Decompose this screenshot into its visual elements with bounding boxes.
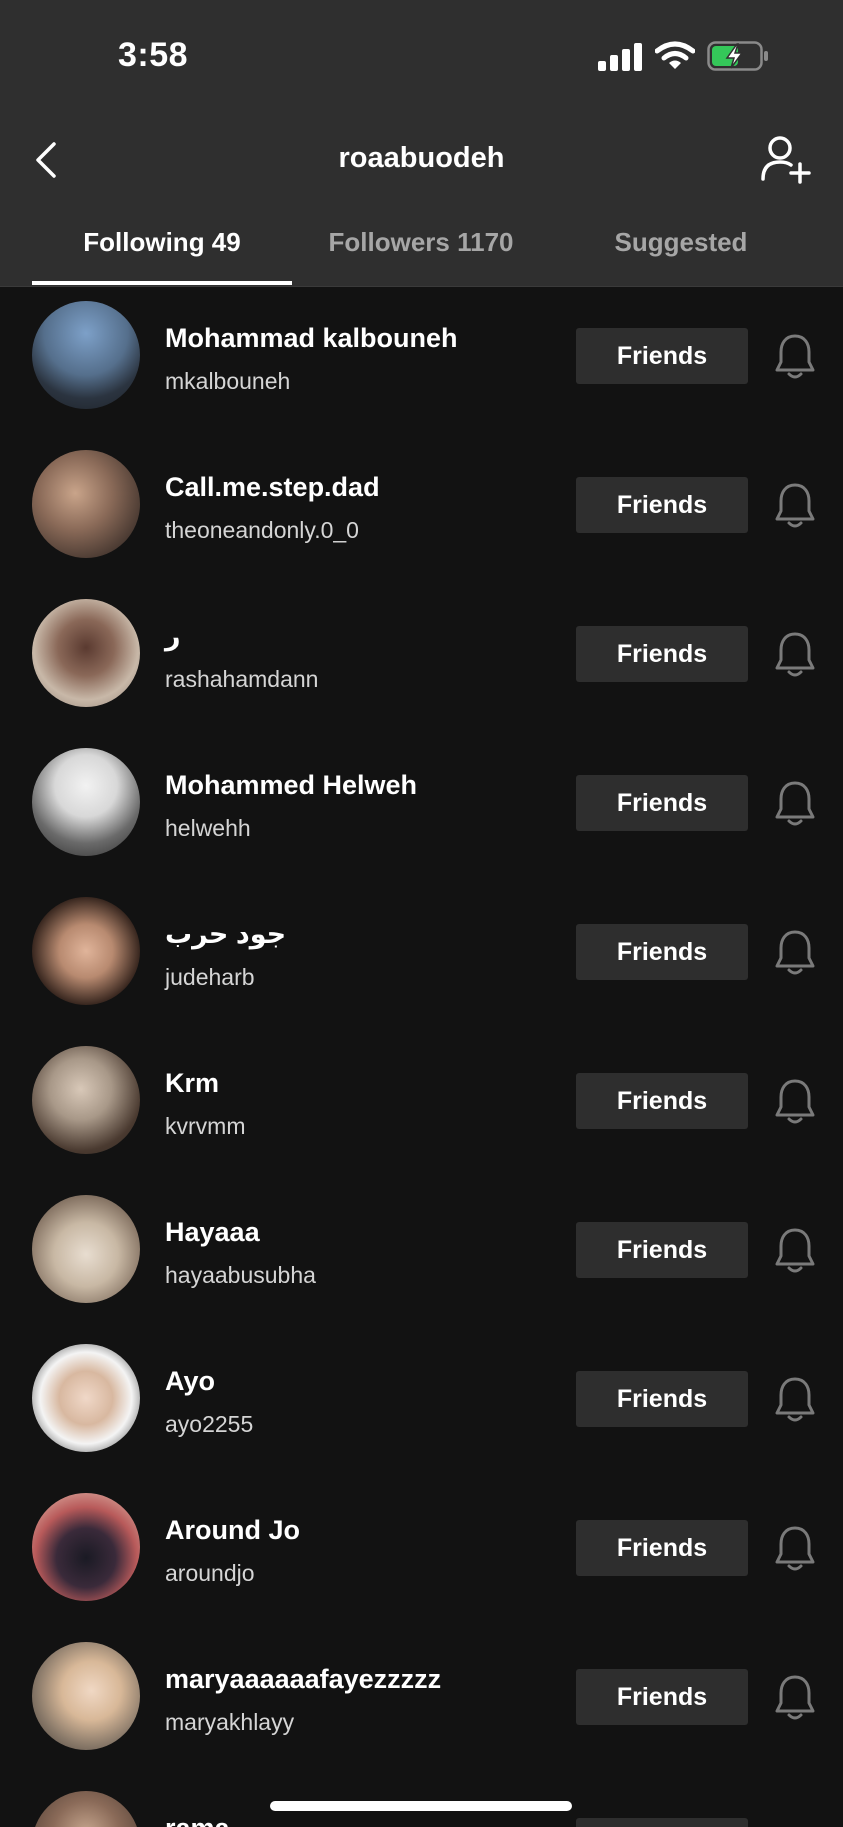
user-name: Mohammad kalbouneh: [165, 323, 458, 353]
list-item[interactable]: Around Jo aroundjo Friends: [0, 1479, 843, 1628]
bell-icon[interactable]: [773, 928, 817, 976]
list-item[interactable]: Hayaaa hayaabusubha Friends: [0, 1181, 843, 1330]
user-handle: hayaabusubha: [165, 1262, 316, 1288]
home-indicator: [270, 1801, 572, 1811]
friends-button[interactable]: Friends: [576, 1818, 748, 1827]
avatar[interactable]: [32, 897, 140, 1005]
friends-button[interactable]: Friends: [576, 924, 748, 980]
wifi-icon: [655, 41, 695, 69]
avatar[interactable]: [32, 1195, 140, 1303]
user-handle: helwehh: [165, 815, 251, 841]
nav-bar: roaabuodeh: [0, 120, 843, 200]
friends-button[interactable]: Friends: [576, 626, 748, 682]
bell-icon[interactable]: [773, 630, 817, 678]
avatar[interactable]: [32, 1642, 140, 1750]
user-handle: aroundjo: [165, 1560, 255, 1586]
bell-icon[interactable]: [773, 1226, 817, 1274]
user-name: Hayaaa: [165, 1217, 260, 1247]
user-handle: ayo2255: [165, 1411, 254, 1437]
friends-button[interactable]: Friends: [576, 477, 748, 533]
bell-icon[interactable]: [773, 1077, 817, 1125]
friends-button[interactable]: Friends: [576, 1520, 748, 1576]
bell-icon[interactable]: [773, 1673, 817, 1721]
avatar[interactable]: [32, 599, 140, 707]
friends-button[interactable]: Friends: [576, 1222, 748, 1278]
user-name: Around Jo: [165, 1515, 300, 1545]
friends-button[interactable]: Friends: [576, 775, 748, 831]
avatar[interactable]: [32, 1791, 140, 1827]
bell-icon[interactable]: [773, 1524, 817, 1572]
user-name: Ayo: [165, 1366, 216, 1396]
user-handle: theoneandonly.0_0: [165, 517, 359, 543]
list-item[interactable]: Call.me.step.dad theoneandonly.0_0 Frien…: [0, 436, 843, 585]
friends-button[interactable]: Friends: [576, 328, 748, 384]
list-item[interactable]: ر rashahamdann Friends: [0, 585, 843, 734]
friends-button[interactable]: Friends: [576, 1669, 748, 1725]
friends-button[interactable]: Friends: [576, 1371, 748, 1427]
avatar[interactable]: [32, 1493, 140, 1601]
avatar[interactable]: [32, 1344, 140, 1452]
list-item[interactable]: Mohammed Helweh helwehh Friends: [0, 734, 843, 883]
user-handle: rashahamdann: [165, 666, 319, 692]
tab-bar: Following 49 Followers 1170 Suggested: [0, 215, 843, 287]
user-handle: maryakhlayy: [165, 1709, 295, 1735]
user-name: rama: [165, 1813, 230, 1827]
battery-icon: [707, 41, 768, 71]
user-name: Mohammed Helweh: [165, 770, 418, 800]
friends-button[interactable]: Friends: [576, 1073, 748, 1129]
user-handle: judeharb: [165, 964, 255, 990]
tab-followers[interactable]: Followers 1170: [291, 227, 551, 258]
bell-icon[interactable]: [773, 481, 817, 529]
bell-icon[interactable]: [773, 332, 817, 380]
user-handle: kvrvmm: [165, 1113, 246, 1139]
signal-icon: [598, 43, 642, 71]
header-area: 3:58 roaabuodeh Following 49 Followers 1…: [0, 0, 843, 287]
list-item[interactable]: maryaaaaaafayezzzzz maryakhlayy Friends: [0, 1628, 843, 1777]
tab-following[interactable]: Following 49: [32, 227, 292, 258]
avatar[interactable]: [32, 748, 140, 856]
user-name: maryaaaaaafayezzzzz: [165, 1664, 442, 1694]
list-item[interactable]: جود حرب judeharb Friends: [0, 883, 843, 1032]
avatar[interactable]: [32, 1046, 140, 1154]
list-item[interactable]: Mohammad kalbouneh mkalbouneh Friends: [0, 287, 843, 436]
active-tab-indicator: [32, 281, 292, 285]
list-item[interactable]: Krm kvrvmm Friends: [0, 1032, 843, 1181]
tab-suggested[interactable]: Suggested: [551, 227, 811, 258]
status-bar: 3:58: [0, 0, 843, 110]
user-name: جود حرب: [165, 919, 287, 949]
add-user-icon[interactable]: [760, 134, 812, 184]
avatar[interactable]: [32, 450, 140, 558]
user-name: ر: [165, 621, 181, 651]
page-title: roaabuodeh: [338, 142, 505, 174]
status-time: 3:58: [118, 36, 189, 74]
bell-icon[interactable]: [773, 779, 817, 827]
list-item[interactable]: Ayo ayo2255 Friends: [0, 1330, 843, 1479]
user-name: Krm: [165, 1068, 220, 1098]
bell-icon[interactable]: [773, 1375, 817, 1423]
user-handle: mkalbouneh: [165, 368, 291, 394]
user-name: Call.me.step.dad: [165, 472, 380, 502]
avatar[interactable]: [32, 301, 140, 409]
